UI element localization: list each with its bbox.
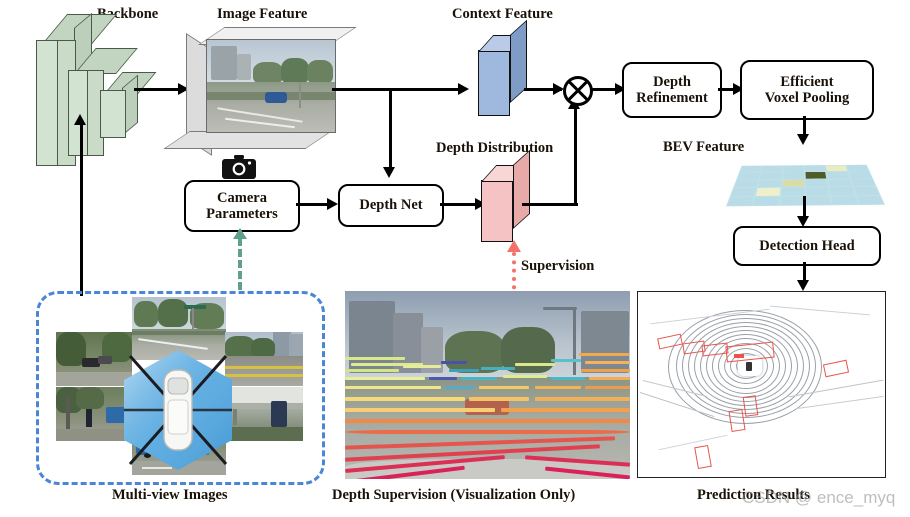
camera-parameters-line1: Camera [217, 189, 267, 206]
label-image-feature: Image Feature [217, 6, 308, 22]
depth-supervision-panel[interactable] [345, 291, 630, 479]
depth-distribution-slab [481, 149, 531, 242]
voxel-pooling-line1: Efficient [780, 73, 834, 90]
prediction-results-panel[interactable] [637, 291, 886, 478]
depth-net-box[interactable]: Depth Net [338, 184, 444, 227]
voxel-pooling-line2: Voxel Pooling [764, 90, 850, 106]
caption-depth-supervision: Depth Supervision (Visualization Only) [332, 487, 576, 503]
label-supervision: Supervision [521, 258, 595, 274]
arrowhead-right-depthnet-2 [327, 197, 338, 210]
image-feature-slab [163, 27, 357, 156]
arrowhead-down-depthnet [383, 167, 395, 178]
arrow-imagefeature-to-context [332, 88, 464, 92]
depth-refinement-line2: Refinement [636, 90, 708, 106]
arrow-multiview-to-cameraparams [238, 238, 242, 290]
arrow-imagefeature-to-depthnet [389, 88, 393, 170]
multiview-thumb-front-right[interactable] [225, 332, 303, 386]
camera-parameters-line2: Parameters [206, 206, 278, 222]
multiview-thumb-back-right[interactable] [225, 387, 303, 441]
arrowhead-down-bev [797, 134, 809, 145]
detection-head-label: Detection Head [759, 237, 855, 254]
arrowhead-up-supervision [507, 240, 521, 252]
prediction-box [694, 444, 712, 470]
ego-vehicle-fov-hexagon [124, 350, 232, 470]
prediction-box [822, 359, 850, 378]
depth-net-label: Depth Net [359, 197, 423, 214]
arrowhead-up-backbone [74, 114, 86, 125]
arrow-backbone-to-imagefeature [134, 88, 182, 92]
arrowhead-right-context [458, 82, 469, 95]
line-depthdist-right [522, 203, 578, 207]
watermark: CSDN @ ence_myq [742, 488, 896, 507]
multiply-circle-operator [563, 76, 593, 106]
arrowhead-up-cameraparams [233, 228, 247, 239]
efficient-voxel-pooling-box[interactable]: Efficient Voxel Pooling [740, 60, 874, 120]
arrowhead-down-prediction [797, 280, 809, 291]
context-feature-slab [478, 19, 528, 116]
line-depthdist-up [574, 106, 578, 204]
depth-refinement-box[interactable]: Depth Refinement [622, 62, 722, 118]
label-context-feature: Context Feature [452, 6, 553, 22]
backbone-feature-pyramid [30, 12, 157, 184]
camera-parameters-box[interactable]: Camera Parameters [184, 180, 300, 232]
camera-icon [222, 155, 256, 179]
depth-refinement-line1: Depth [653, 73, 691, 90]
label-depth-distribution: Depth Distribution [436, 140, 554, 156]
prediction-box [742, 395, 759, 417]
caption-multi-view-images: Multi-view Images [112, 487, 228, 503]
label-bev-feature: BEV Feature [663, 139, 745, 155]
detection-head-box[interactable]: Detection Head [733, 226, 881, 266]
arrow-multiview-to-backbone [80, 124, 84, 296]
